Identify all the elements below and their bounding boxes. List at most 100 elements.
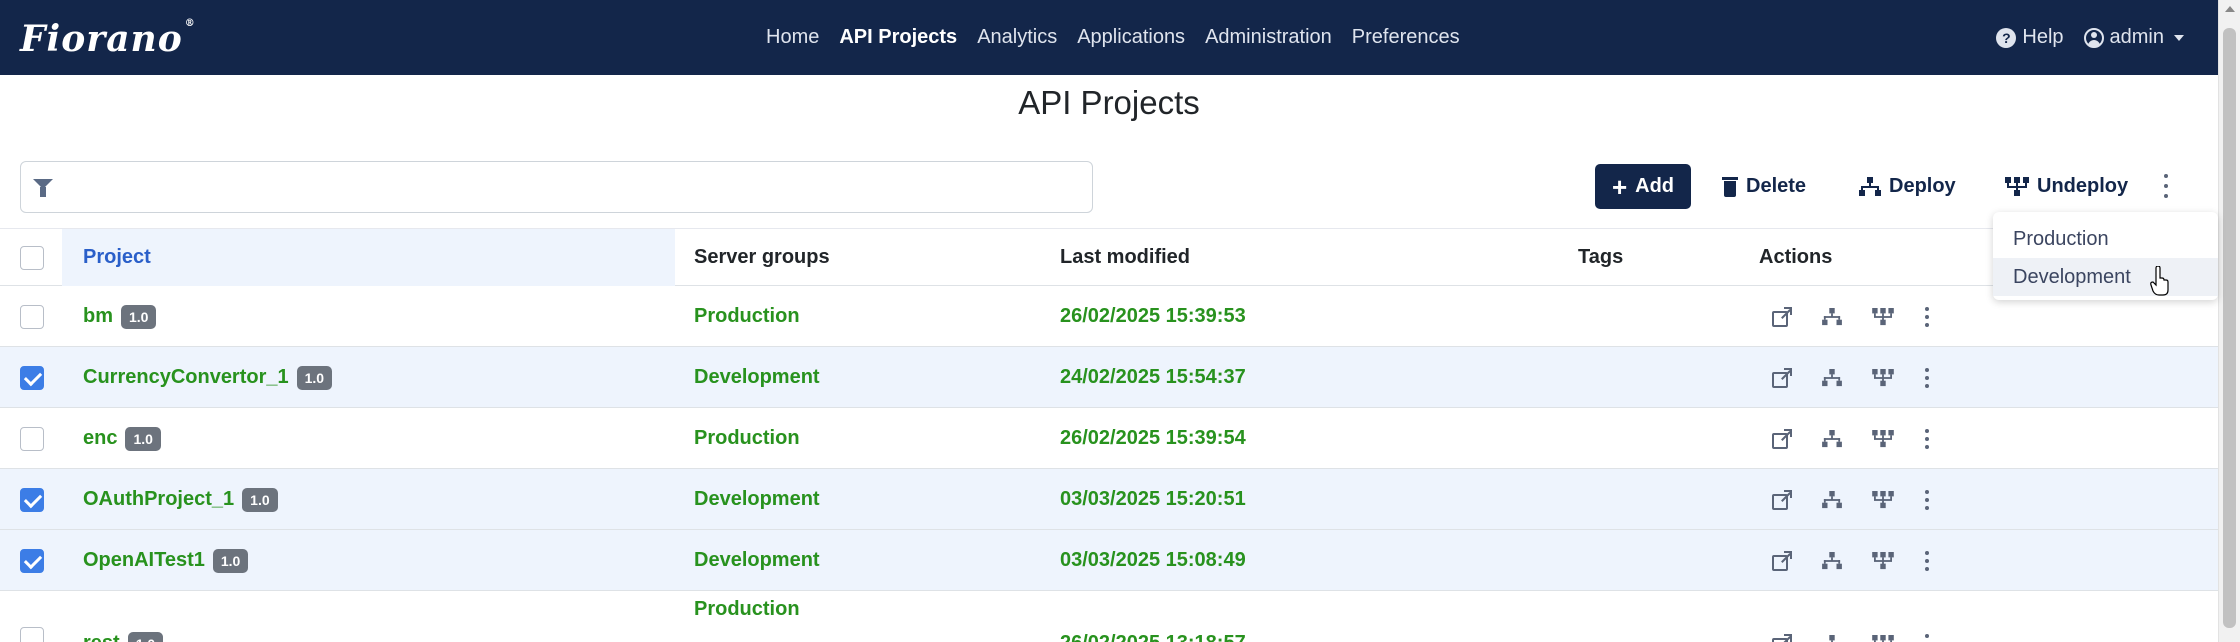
deploy-icon[interactable] <box>1822 551 1842 570</box>
row-checkbox[interactable] <box>20 627 44 642</box>
select-all-checkbox[interactable] <box>20 246 44 270</box>
header-project[interactable]: Project <box>83 229 151 286</box>
nav-home[interactable]: Home <box>766 26 819 49</box>
logo-text: Fiorano <box>20 18 183 60</box>
server-group-cell: Development <box>694 488 820 510</box>
deploy-icon[interactable] <box>1822 634 1842 642</box>
project-name[interactable]: rest <box>83 632 120 642</box>
more-options-icon[interactable] <box>2163 174 2169 198</box>
filter-icon <box>33 179 53 197</box>
table-row[interactable]: OpenAITest1 1.0 Development 03/03/2025 15… <box>0 530 2218 591</box>
page-title: API Projects <box>1018 84 1200 121</box>
project-cell[interactable]: rest 1.0 <box>83 613 164 642</box>
row-actions <box>1772 613 1930 642</box>
row-actions <box>1772 286 1930 347</box>
version-badge: 1.0 <box>212 548 249 573</box>
add-button[interactable]: + Add <box>1595 164 1691 209</box>
caret-down-icon <box>2174 34 2184 41</box>
scroll-up-arrow-icon[interactable] <box>2225 6 2235 12</box>
deploy-icon[interactable] <box>1822 429 1842 448</box>
project-cell[interactable]: bm 1.0 <box>83 286 157 347</box>
nav-applications[interactable]: Applications <box>1077 26 1185 49</box>
hand-pointer-cursor-icon <box>2150 266 2169 296</box>
row-checkbox[interactable] <box>20 305 44 329</box>
version-badge: 1.0 <box>125 426 161 451</box>
project-name[interactable]: enc <box>83 427 117 450</box>
undeploy-icon[interactable] <box>1872 490 1894 509</box>
row-more-icon[interactable] <box>1924 367 1930 388</box>
project-cell[interactable]: CurrencyConvertor_1 1.0 <box>83 347 333 408</box>
project-cell[interactable]: enc 1.0 <box>83 408 161 469</box>
sorted-column-highlight <box>62 229 675 286</box>
undeploy-button[interactable]: Undeploy <box>2005 164 2128 209</box>
row-actions <box>1772 347 1930 408</box>
undeploy-icon <box>2005 176 2029 196</box>
server-group-cell: Production <box>694 305 800 327</box>
server-group-cell: Development <box>694 366 820 388</box>
question-circle-icon: ? <box>1996 27 2017 48</box>
user-circle-icon <box>2083 27 2104 48</box>
deploy-button[interactable]: Deploy <box>1859 164 1956 209</box>
table-row[interactable]: rest 1.0 Production 26/02/2025 13:18:57 <box>0 591 2218 642</box>
nav-api-projects[interactable]: API Projects <box>839 26 957 49</box>
row-more-icon[interactable] <box>1924 489 1930 510</box>
open-external-icon[interactable] <box>1772 428 1792 449</box>
row-actions <box>1772 408 1930 469</box>
vertical-scrollbar[interactable] <box>2218 0 2240 642</box>
project-cell[interactable]: OpenAITest1 1.0 <box>83 530 249 591</box>
version-badge: 1.0 <box>121 304 157 329</box>
row-more-icon[interactable] <box>1924 306 1930 327</box>
version-badge: 1.0 <box>242 487 278 512</box>
open-external-icon[interactable] <box>1772 306 1792 327</box>
help-link[interactable]: ? Help <box>1996 26 2064 49</box>
filter-input[interactable] <box>20 161 1093 213</box>
table-row[interactable]: CurrencyConvertor_1 1.0 Development 24/02… <box>0 347 2218 408</box>
row-more-icon[interactable] <box>1924 633 1930 642</box>
scrollbar-thumb[interactable] <box>2223 28 2236 628</box>
deploy-icon[interactable] <box>1822 490 1842 509</box>
undeploy-icon[interactable] <box>1872 429 1894 448</box>
trash-icon <box>1722 176 1738 197</box>
row-checkbox[interactable] <box>20 488 44 512</box>
row-checkbox[interactable] <box>20 427 44 451</box>
table-row[interactable]: OAuthProject_1 1.0 Development 03/03/2025… <box>0 469 2218 530</box>
fiorano-logo[interactable]: Fiorano ® <box>20 18 196 60</box>
undeploy-icon[interactable] <box>1872 368 1894 387</box>
undeploy-icon[interactable] <box>1872 551 1894 570</box>
undeploy-icon[interactable] <box>1872 307 1894 326</box>
row-checkbox[interactable] <box>20 549 44 573</box>
delete-button[interactable]: Delete <box>1722 164 1806 209</box>
undeploy-icon[interactable] <box>1872 634 1894 642</box>
nav-right: ? Help admin <box>1996 0 2184 75</box>
open-external-icon[interactable] <box>1772 550 1792 571</box>
row-actions <box>1772 469 1930 530</box>
nav-preferences[interactable]: Preferences <box>1352 26 1460 49</box>
undeploy-option-development[interactable]: Development <box>1993 258 2218 296</box>
project-name[interactable]: bm <box>83 305 113 328</box>
open-external-icon[interactable] <box>1772 633 1792 642</box>
row-checkbox[interactable] <box>20 366 44 390</box>
open-external-icon[interactable] <box>1772 489 1792 510</box>
user-menu[interactable]: admin <box>2083 26 2184 49</box>
header-server-groups[interactable]: Server groups <box>694 229 830 286</box>
row-more-icon[interactable] <box>1924 428 1930 449</box>
project-name[interactable]: CurrencyConvertor_1 <box>83 366 289 389</box>
nav-administration[interactable]: Administration <box>1205 26 1332 49</box>
server-group-cell: Production <box>694 427 800 449</box>
row-actions <box>1772 530 1930 591</box>
undeploy-option-production[interactable]: Production <box>1993 220 2218 258</box>
deploy-icon[interactable] <box>1822 307 1842 326</box>
header-last-modified[interactable]: Last modified <box>1060 229 1190 286</box>
deploy-icon[interactable] <box>1822 368 1842 387</box>
project-cell[interactable]: OAuthProject_1 1.0 <box>83 469 278 530</box>
table-row[interactable]: enc 1.0 Production 26/02/2025 15:39:54 <box>0 408 2218 469</box>
project-name[interactable]: OAuthProject_1 <box>83 488 234 511</box>
row-more-icon[interactable] <box>1924 550 1930 571</box>
project-name[interactable]: OpenAITest1 <box>83 549 205 572</box>
table-row[interactable]: bm 1.0 Production 26/02/2025 15:39:53 <box>0 286 2218 347</box>
open-external-icon[interactable] <box>1772 367 1792 388</box>
header-actions: Actions <box>1759 246 1833 268</box>
undeploy-dropdown-menu: Production Development <box>1993 212 2218 300</box>
nav-analytics[interactable]: Analytics <box>977 26 1057 49</box>
last-modified-cell: 03/03/2025 15:20:51 <box>1060 488 1246 510</box>
